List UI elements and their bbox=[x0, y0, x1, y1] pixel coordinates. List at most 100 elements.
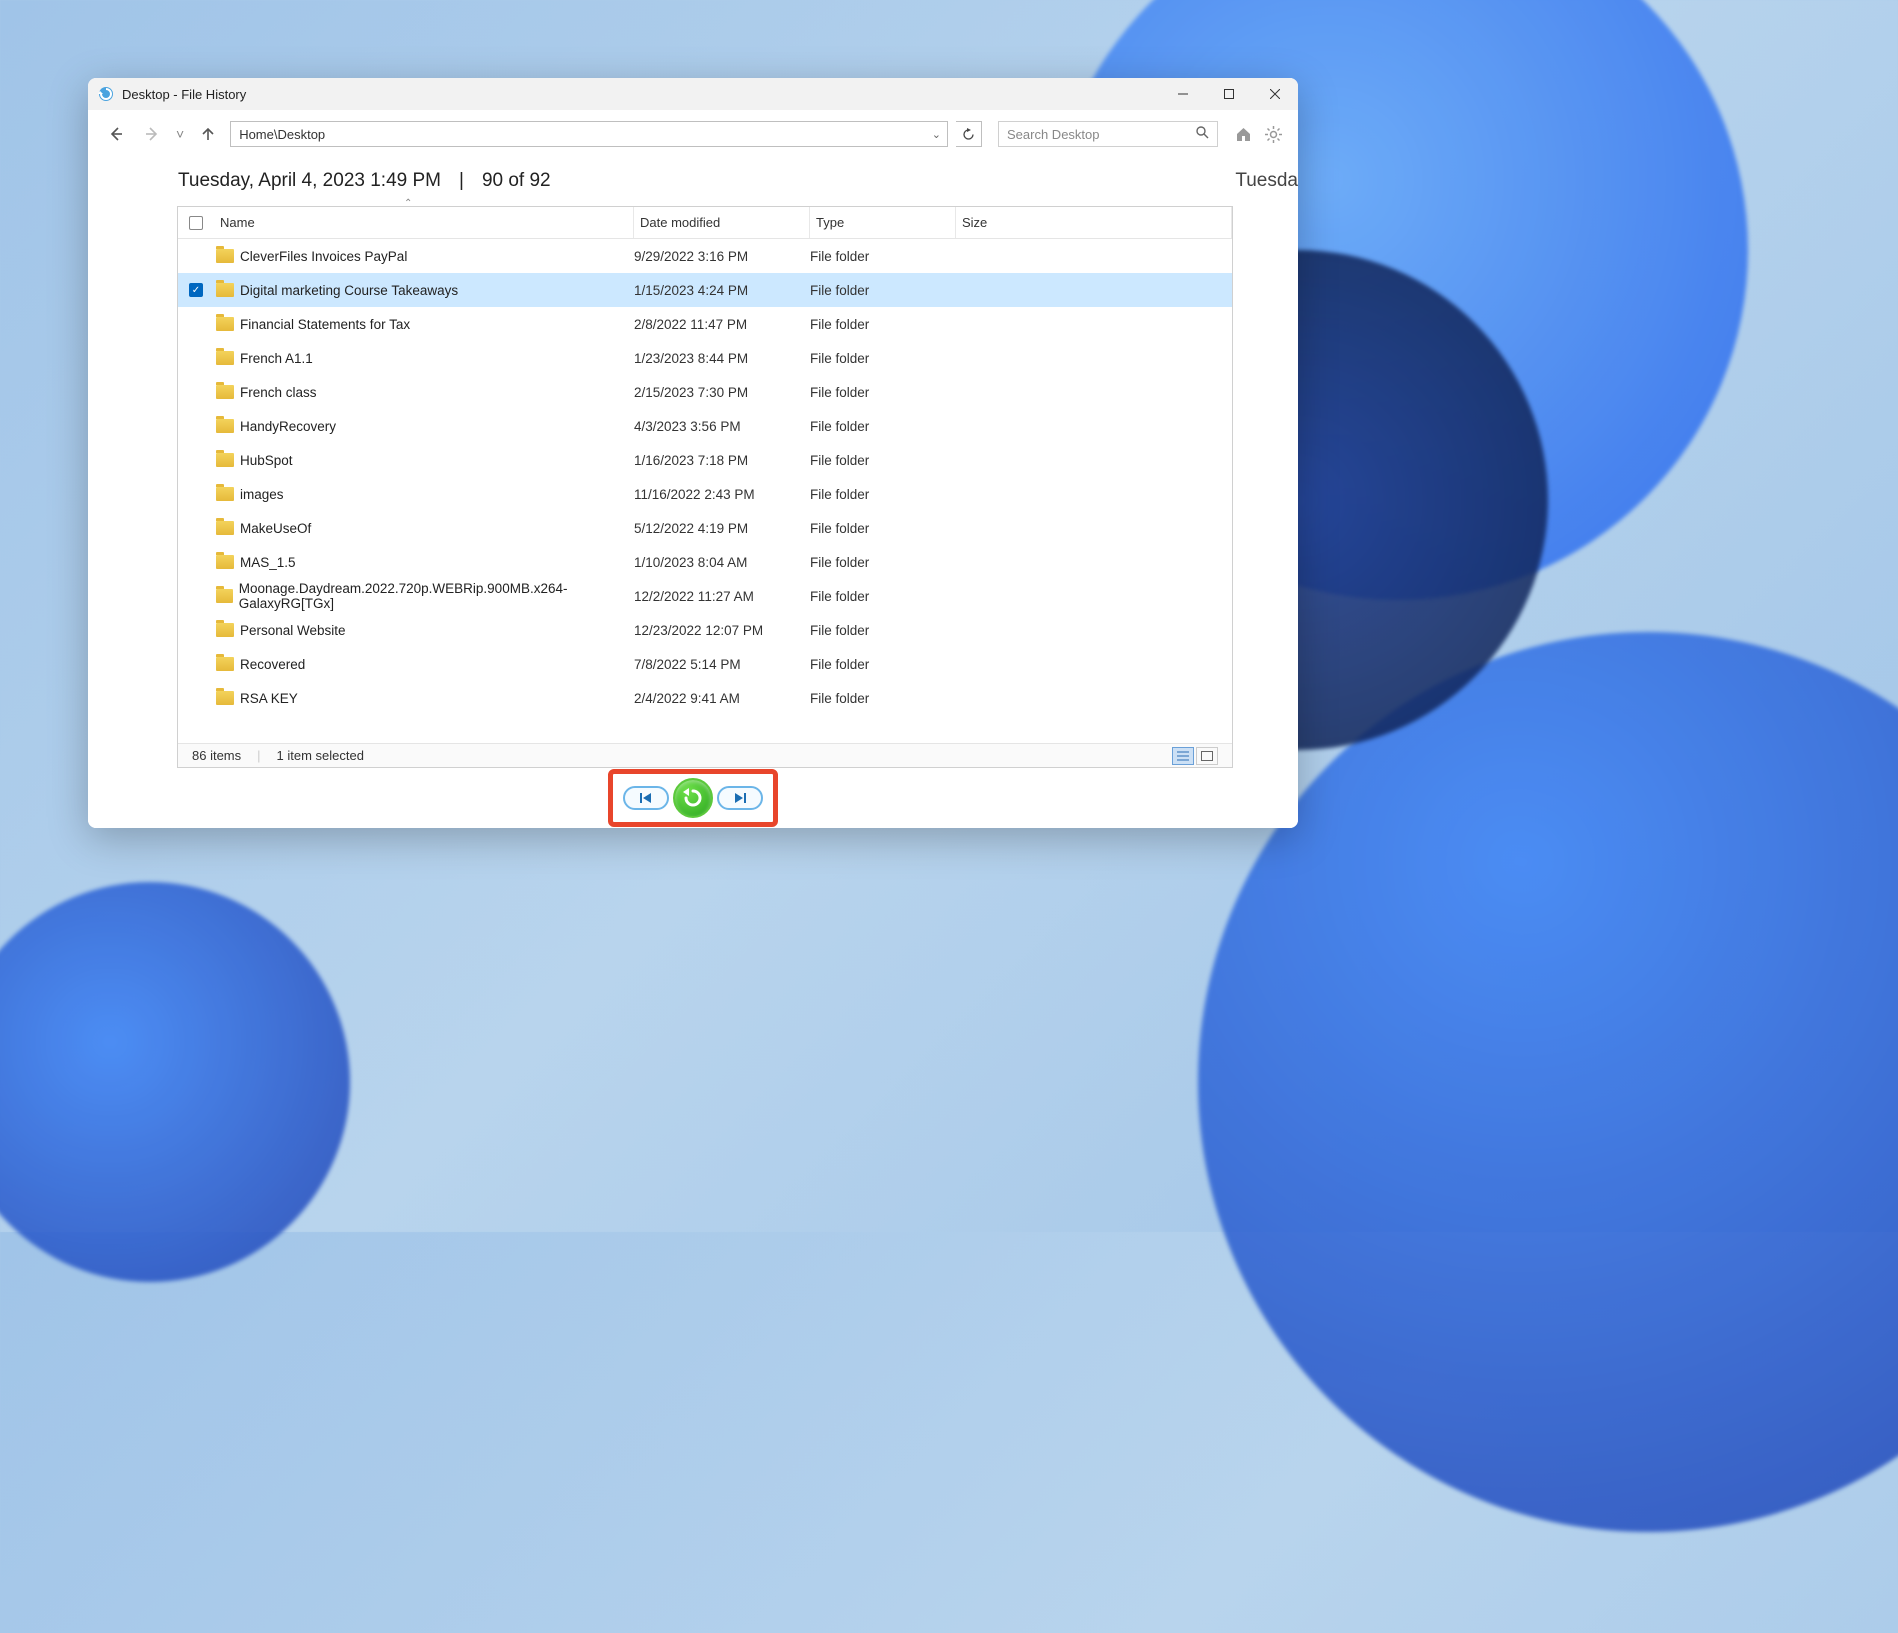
table-row[interactable]: Moonage.Daydream.2022.720p.WEBRip.900MB.… bbox=[178, 579, 1232, 613]
file-name: Digital marketing Course Takeaways bbox=[240, 283, 458, 298]
annotation-highlight bbox=[608, 769, 778, 827]
table-row[interactable]: French class2/15/2023 7:30 PMFile folder bbox=[178, 375, 1232, 409]
folder-icon bbox=[216, 283, 234, 297]
file-type: File folder bbox=[810, 691, 956, 706]
content-area: Tuesday, April 4, 2023 1:49 PM | 90 of 9… bbox=[88, 158, 1298, 768]
file-type: File folder bbox=[810, 283, 956, 298]
file-type: File folder bbox=[810, 521, 956, 536]
table-row[interactable]: Personal Website 12/23/2022 12:07 PMFile … bbox=[178, 613, 1232, 647]
wallpaper-shape bbox=[0, 882, 350, 1282]
table-row[interactable]: HandyRecovery4/3/2023 3:56 PMFile folder bbox=[178, 409, 1232, 443]
version-separator: | bbox=[459, 170, 464, 192]
file-type: File folder bbox=[810, 351, 956, 366]
folder-icon bbox=[216, 623, 234, 637]
file-name: Personal Website bbox=[240, 623, 346, 638]
maximize-button[interactable] bbox=[1206, 78, 1252, 110]
table-row[interactable]: Recovered7/8/2022 5:14 PMFile folder bbox=[178, 647, 1232, 681]
file-date: 1/10/2023 8:04 AM bbox=[634, 555, 810, 570]
details-view-toggle[interactable] bbox=[1172, 747, 1194, 765]
folder-icon bbox=[216, 317, 234, 331]
folder-icon bbox=[216, 385, 234, 399]
folder-icon bbox=[216, 521, 234, 535]
folder-icon bbox=[216, 657, 234, 671]
table-row[interactable]: ✓ Digital marketing Course Takeaways 1/15/… bbox=[178, 273, 1232, 307]
file-name: HubSpot bbox=[240, 453, 293, 468]
file-type: File folder bbox=[810, 249, 956, 264]
next-version-button[interactable] bbox=[717, 786, 763, 810]
file-history-window: Desktop - File History ˅ Home\Desktop ⌄ bbox=[88, 78, 1298, 828]
file-date: 1/16/2023 7:18 PM bbox=[634, 453, 810, 468]
window-title: Desktop - File History bbox=[122, 87, 1160, 102]
close-button[interactable] bbox=[1252, 78, 1298, 110]
file-name: CleverFiles Invoices PayPal bbox=[240, 249, 407, 264]
column-header-row: Name ⌃ Date modified Type Size bbox=[178, 207, 1232, 239]
folder-icon bbox=[216, 555, 234, 569]
file-name: MAS_1.5 bbox=[240, 555, 296, 570]
restore-button[interactable] bbox=[673, 778, 713, 818]
file-name: images bbox=[240, 487, 284, 502]
search-placeholder: Search Desktop bbox=[1007, 127, 1100, 142]
file-date: 5/12/2022 4:19 PM bbox=[634, 521, 810, 536]
column-header-type[interactable]: Type bbox=[810, 207, 956, 238]
folder-icon bbox=[216, 487, 234, 501]
version-timestamp: Tuesday, April 4, 2023 1:49 PM bbox=[178, 170, 441, 192]
minimize-button[interactable] bbox=[1160, 78, 1206, 110]
address-bar[interactable]: Home\Desktop ⌄ bbox=[230, 121, 948, 147]
next-version-peek: Tuesda bbox=[1235, 170, 1298, 192]
selection-count: 1 item selected bbox=[277, 748, 364, 763]
history-navigation-controls bbox=[88, 768, 1298, 828]
file-type: File folder bbox=[810, 555, 956, 570]
previous-version-pane[interactable] bbox=[88, 158, 177, 768]
column-header-name[interactable]: Name ⌃ bbox=[214, 207, 634, 238]
folder-icon bbox=[216, 691, 234, 705]
file-name: MakeUseOf bbox=[240, 521, 311, 536]
previous-version-button[interactable] bbox=[623, 786, 669, 810]
table-row[interactable]: MAS_1.5 1/10/2023 8:04 AMFile folder bbox=[178, 545, 1232, 579]
refresh-button[interactable] bbox=[956, 121, 982, 147]
separator: ˅ bbox=[176, 126, 184, 142]
column-header-date[interactable]: Date modified bbox=[634, 207, 810, 238]
titlebar[interactable]: Desktop - File History bbox=[88, 78, 1298, 110]
file-date: 2/15/2023 7:30 PM bbox=[634, 385, 810, 400]
file-name: French A1.1 bbox=[240, 351, 313, 366]
chevron-down-icon[interactable]: ⌄ bbox=[932, 128, 941, 141]
file-date: 2/8/2022 11:47 PM bbox=[634, 317, 810, 332]
table-row[interactable]: RSA KEY2/4/2022 9:41 AMFile folder bbox=[178, 681, 1232, 715]
row-checkbox[interactable]: ✓ bbox=[189, 283, 203, 297]
file-name: Recovered bbox=[240, 657, 305, 672]
folder-icon bbox=[216, 249, 234, 263]
back-button[interactable] bbox=[102, 120, 130, 148]
search-input[interactable]: Search Desktop bbox=[998, 121, 1218, 147]
table-row[interactable]: MakeUseOf 5/12/2022 4:19 PMFile folder bbox=[178, 511, 1232, 545]
folder-icon bbox=[216, 453, 234, 467]
file-date: 9/29/2022 3:16 PM bbox=[634, 249, 810, 264]
app-icon bbox=[98, 86, 114, 102]
up-button[interactable] bbox=[194, 120, 222, 148]
select-all-checkbox[interactable] bbox=[189, 216, 203, 230]
address-text: Home\Desktop bbox=[239, 127, 325, 142]
folder-icon bbox=[216, 419, 234, 433]
file-type: File folder bbox=[810, 487, 956, 502]
file-date: 12/23/2022 12:07 PM bbox=[634, 623, 810, 638]
table-row[interactable]: HubSpot1/16/2023 7:18 PMFile folder bbox=[178, 443, 1232, 477]
thumbnail-view-toggle[interactable] bbox=[1196, 747, 1218, 765]
file-list[interactable]: CleverFiles Invoices PayPal 9/29/2022 3:1… bbox=[178, 239, 1232, 743]
file-type: File folder bbox=[810, 385, 956, 400]
table-row[interactable]: images11/16/2022 2:43 PMFile folder bbox=[178, 477, 1232, 511]
file-date: 12/2/2022 11:27 AM bbox=[634, 589, 810, 604]
file-type: File folder bbox=[810, 317, 956, 332]
file-type: File folder bbox=[810, 419, 956, 434]
file-date: 1/15/2023 4:24 PM bbox=[634, 283, 810, 298]
table-row[interactable]: Financial Statements for Tax2/8/2022 11:… bbox=[178, 307, 1232, 341]
next-version-pane[interactable] bbox=[1233, 158, 1298, 768]
gear-icon[interactable] bbox=[1262, 123, 1284, 145]
forward-button[interactable] bbox=[138, 120, 166, 148]
file-name: Moonage.Daydream.2022.720p.WEBRip.900MB.… bbox=[239, 581, 634, 611]
file-type: File folder bbox=[810, 623, 956, 638]
table-row[interactable]: French A1.11/23/2023 8:44 PMFile folder bbox=[178, 341, 1232, 375]
table-row[interactable]: CleverFiles Invoices PayPal 9/29/2022 3:1… bbox=[178, 239, 1232, 273]
column-header-size[interactable]: Size bbox=[956, 207, 1232, 238]
version-position: 90 of 92 bbox=[482, 170, 551, 192]
sort-indicator-icon: ⌃ bbox=[404, 198, 412, 209]
home-icon[interactable] bbox=[1232, 123, 1254, 145]
